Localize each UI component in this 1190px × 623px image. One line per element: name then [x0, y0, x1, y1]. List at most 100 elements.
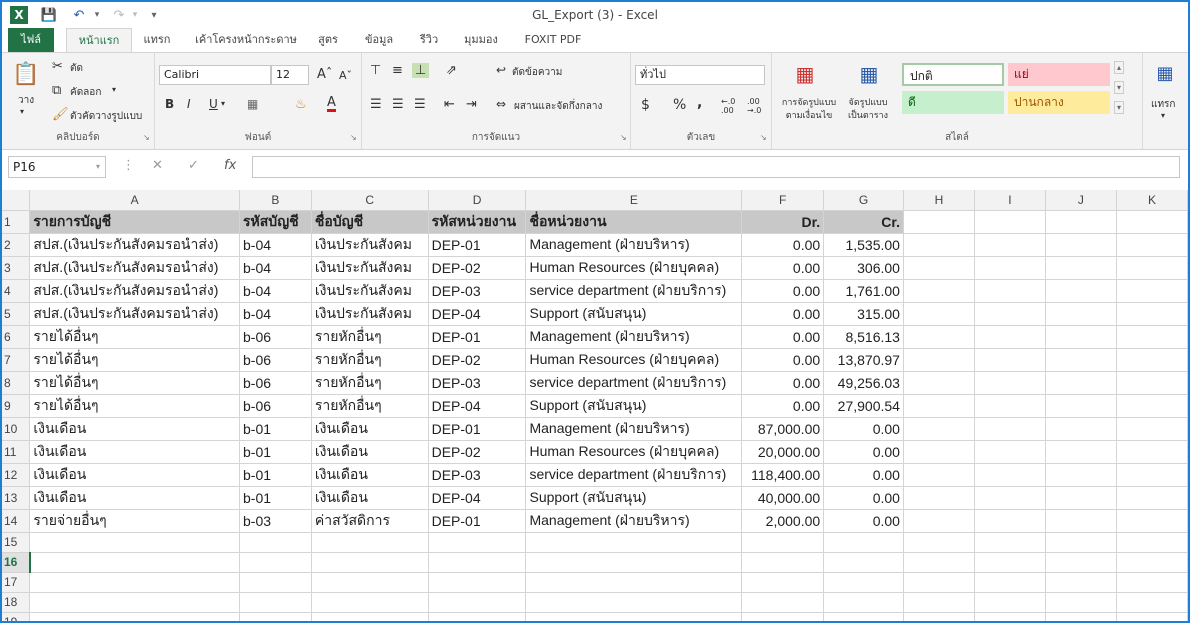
cell[interactable]	[1116, 612, 1188, 621]
cell[interactable]	[903, 532, 975, 553]
wrap-text-button[interactable]: ตัดข้อความ	[512, 65, 562, 80]
cell[interactable]: รายได้อื่นๆ	[29, 394, 241, 418]
row-header[interactable]: 12	[2, 463, 31, 487]
cell[interactable]	[974, 509, 1046, 533]
cell[interactable]	[1045, 532, 1117, 553]
cell[interactable]	[974, 572, 1046, 593]
cell[interactable]: 27,900.54	[823, 394, 904, 418]
cell[interactable]	[29, 552, 241, 573]
tab-review[interactable]: รีวิว	[410, 28, 448, 52]
cell[interactable]: 0.00	[741, 325, 825, 349]
cell[interactable]	[903, 371, 975, 395]
cell[interactable]: 0.00	[741, 394, 825, 418]
cell[interactable]	[428, 552, 527, 573]
cell[interactable]	[1045, 394, 1117, 418]
copy-button[interactable]: คัดลอก	[70, 85, 101, 100]
cell[interactable]: เงินเดือน	[29, 417, 241, 441]
cell[interactable]	[1116, 440, 1188, 464]
column-header-h[interactable]: H	[903, 190, 975, 211]
cell[interactable]: DEP-04	[428, 302, 527, 326]
row-header[interactable]: 9	[2, 394, 31, 418]
tab-data[interactable]: ข้อมูล	[354, 28, 404, 52]
column-header-a[interactable]: A	[29, 190, 241, 211]
cell[interactable]: รายได้อื่นๆ	[29, 371, 241, 395]
cell[interactable]	[903, 552, 975, 573]
cell[interactable]: 0.00	[823, 417, 904, 441]
cell[interactable]: b-01	[239, 486, 312, 510]
cell[interactable]: b-06	[239, 371, 312, 395]
cell[interactable]	[1045, 463, 1117, 487]
currency-button[interactable]: $	[641, 97, 650, 113]
cell[interactable]: 0.00	[741, 256, 825, 280]
cell[interactable]: 0.00	[741, 233, 825, 257]
cell[interactable]	[903, 394, 975, 418]
cell[interactable]	[974, 348, 1046, 372]
cell[interactable]	[974, 417, 1046, 441]
style-normal[interactable]: ปกติ	[902, 63, 1004, 86]
cell[interactable]: DEP-03	[428, 279, 527, 303]
cancel-icon[interactable]: ✕	[152, 158, 163, 173]
align-center-icon[interactable]: ☰	[392, 97, 404, 112]
cell[interactable]: 315.00	[823, 302, 904, 326]
cell[interactable]	[1045, 486, 1117, 510]
cell[interactable]	[903, 572, 975, 593]
cell[interactable]: 8,516.13	[823, 325, 904, 349]
cell[interactable]: b-03	[239, 509, 312, 533]
cell[interactable]: DEP-03	[428, 371, 527, 395]
cell[interactable]	[29, 612, 241, 621]
cell[interactable]	[903, 463, 975, 487]
merge-center-button[interactable]: ผสานและจัดกึ่งกลาง	[514, 99, 602, 114]
number-format-select[interactable]: ทั่วไป	[635, 65, 765, 85]
tab-view[interactable]: มุมมอง	[454, 28, 508, 52]
tab-page-layout[interactable]: เค้าโครงหน้ากระดาษ	[188, 28, 304, 52]
italic-button[interactable]: I	[187, 97, 191, 111]
cell[interactable]: DEP-02	[428, 440, 527, 464]
cell[interactable]: สปส.(เงินประกันสังคมรอนำส่ง)	[29, 233, 241, 257]
cell[interactable]: เงินเดือน	[311, 417, 429, 441]
cell[interactable]: เงินเดือน	[29, 440, 241, 464]
orientation-icon[interactable]: ⇗	[446, 63, 457, 78]
cell[interactable]	[1045, 279, 1117, 303]
cell[interactable]	[903, 348, 975, 372]
cell[interactable]: 0.00	[741, 302, 825, 326]
row-header[interactable]: 3	[2, 256, 31, 280]
cell[interactable]	[1116, 348, 1188, 372]
cell[interactable]: DEP-01	[428, 417, 527, 441]
cell[interactable]: 1,535.00	[823, 233, 904, 257]
cell[interactable]: 0.00	[823, 440, 904, 464]
font-size-select[interactable]: 12	[271, 65, 309, 85]
cell[interactable]	[1116, 552, 1188, 573]
styles-scroll-up-icon[interactable]: ▴	[1114, 61, 1125, 74]
cell[interactable]: 0.00	[741, 348, 825, 372]
align-top-icon[interactable]: ⊤	[370, 63, 381, 78]
style-bad[interactable]: แย่	[1008, 63, 1110, 86]
cell[interactable]: DEP-01	[428, 509, 527, 533]
row-header[interactable]: 7	[2, 348, 31, 372]
bold-button[interactable]: B	[165, 97, 174, 111]
cell[interactable]: ค่าสวัสดิการ	[311, 509, 429, 533]
cut-icon[interactable]: ✂	[52, 59, 63, 74]
cell[interactable]	[974, 371, 1046, 395]
row-header[interactable]: 6	[2, 325, 31, 349]
cell[interactable]: เงินประกันสังคม	[311, 302, 429, 326]
cell[interactable]	[1045, 417, 1117, 441]
cell[interactable]	[823, 572, 904, 593]
cell[interactable]: Human Resources (ฝ่ายบุคคล)	[525, 256, 743, 280]
format-painter-icon[interactable]: 🖌	[52, 107, 69, 122]
cell[interactable]	[823, 552, 904, 573]
underline-button[interactable]: U	[209, 97, 218, 111]
cell[interactable]	[974, 302, 1046, 326]
row-header[interactable]: 5	[2, 302, 31, 326]
cell[interactable]	[903, 233, 975, 257]
font-launcher-icon[interactable]: ↘	[350, 133, 357, 142]
cell[interactable]	[1045, 371, 1117, 395]
cell[interactable]	[1116, 256, 1188, 280]
number-launcher-icon[interactable]: ↘	[760, 133, 767, 142]
cell[interactable]: เงินเดือน	[311, 440, 429, 464]
cell[interactable]	[1045, 325, 1117, 349]
cell[interactable]	[741, 612, 825, 621]
cell[interactable]	[311, 572, 429, 593]
cell[interactable]: รายได้อื่นๆ	[29, 325, 241, 349]
increase-font-icon[interactable]: Aˆ	[317, 67, 332, 82]
cell[interactable]	[1045, 302, 1117, 326]
